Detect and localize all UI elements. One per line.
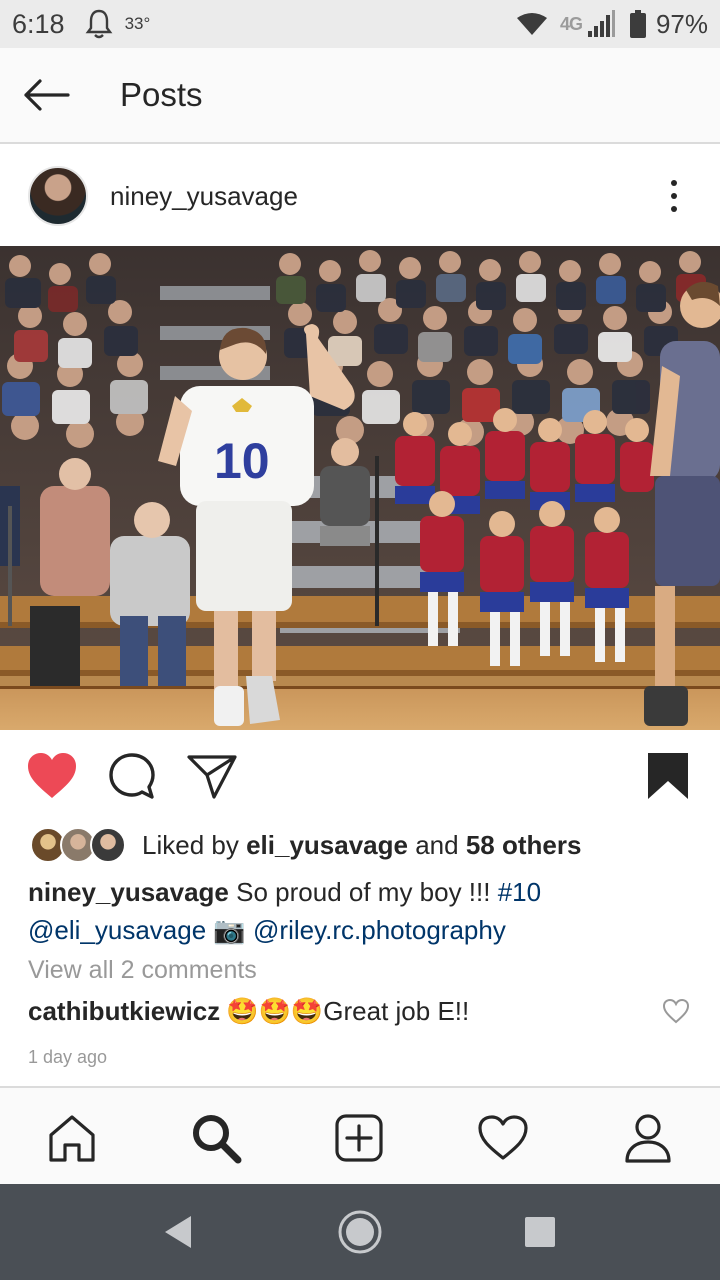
post-caption: niney_yusavage So proud of my boy !!! #1…: [28, 873, 688, 949]
nav-profile-button[interactable]: [622, 1112, 674, 1164]
likes-text: Liked by eli_yusavage and 58 others: [142, 830, 581, 861]
nav-activity-button[interactable]: [477, 1112, 529, 1164]
wifi-icon: [516, 13, 547, 35]
plus-square-icon: [335, 1114, 383, 1162]
comment-item: cathibutkiewicz 🤩🤩🤩 Great job E!!: [28, 996, 692, 1027]
comment-text: Great job E!!: [323, 996, 470, 1026]
nav-new-post-button[interactable]: [333, 1112, 385, 1164]
view-all-comments-link[interactable]: View all 2 comments: [28, 956, 257, 985]
network-type: 4G: [559, 13, 583, 34]
heart-icon: [28, 753, 76, 798]
more-dots-icon: [671, 180, 677, 186]
triangle-back-icon: [165, 1216, 191, 1248]
person-icon: [625, 1114, 671, 1163]
post-image[interactable]: 10: [0, 246, 720, 730]
avatar: [90, 827, 126, 863]
bell-icon: [85, 9, 112, 39]
status-bar: 6:18 33° 4G 97%: [0, 0, 720, 48]
arrow-left-icon: [24, 79, 70, 111]
nav-search-button[interactable]: [190, 1112, 242, 1164]
system-back-button[interactable]: [154, 1208, 202, 1256]
heart-outline-icon: [478, 1115, 528, 1160]
caption-author[interactable]: niney_yusavage: [28, 877, 229, 907]
page-title: Posts: [120, 76, 203, 113]
status-icons: 4G 97%: [516, 9, 708, 40]
search-icon: [193, 1115, 242, 1164]
app-header: Posts: [0, 48, 720, 144]
likes-prefix: Liked by: [142, 829, 239, 860]
likes-row[interactable]: Liked by eli_yusavage and 58 others: [30, 826, 581, 864]
home-icon: [49, 1115, 95, 1162]
camera-emoji: 📷: [213, 915, 246, 945]
liker-avatars: [30, 827, 130, 863]
comment-author[interactable]: cathibutkiewicz: [28, 996, 220, 1027]
avatar[interactable]: [28, 166, 88, 226]
comment-button[interactable]: [104, 748, 160, 804]
system-navigation-bar: [0, 1184, 720, 1280]
battery-icon: [629, 10, 646, 38]
bottom-nav: [0, 1086, 720, 1184]
heart-outline-icon: [662, 998, 690, 1024]
system-recents-button[interactable]: [516, 1208, 564, 1256]
square-recents-icon: [525, 1217, 555, 1247]
caption-text: So proud of my boy !!!: [236, 877, 491, 907]
caption-hashtag[interactable]: #10: [498, 877, 541, 907]
likes-user-link[interactable]: eli_yusavage: [246, 830, 408, 860]
battery-percent: 97%: [655, 8, 708, 39]
save-button[interactable]: [640, 748, 696, 804]
status-time: 6:18: [12, 8, 65, 39]
caption-mention[interactable]: @eli_yusavage: [28, 915, 206, 945]
nav-home-button[interactable]: [46, 1112, 98, 1164]
paper-plane-icon: [187, 755, 237, 799]
signal-icon: [587, 10, 615, 37]
comment-bubble-icon: [109, 753, 155, 799]
comment-emojis: 🤩🤩🤩: [226, 996, 324, 1026]
share-button[interactable]: [184, 748, 240, 804]
post-header: niney_yusavage: [0, 146, 720, 246]
post-username[interactable]: niney_yusavage: [110, 181, 298, 212]
status-temperature: 33°: [124, 14, 151, 33]
post-timestamp: 1 day ago: [28, 1047, 108, 1067]
post-action-bar: [0, 742, 720, 812]
caption-mention[interactable]: @riley.rc.photography: [253, 915, 506, 945]
like-button[interactable]: [24, 748, 80, 804]
likes-connector: and: [415, 829, 459, 860]
post-photo: 10: [0, 246, 720, 730]
bookmark-icon: [648, 753, 688, 799]
circle-home-icon: [338, 1210, 382, 1254]
back-button[interactable]: [22, 77, 70, 113]
more-options-button[interactable]: [664, 176, 684, 216]
likes-count-link[interactable]: 58 others: [466, 830, 582, 860]
jersey-number-label: 10: [214, 433, 270, 489]
system-home-button[interactable]: [336, 1208, 384, 1256]
comment-like-button[interactable]: [662, 998, 690, 1026]
